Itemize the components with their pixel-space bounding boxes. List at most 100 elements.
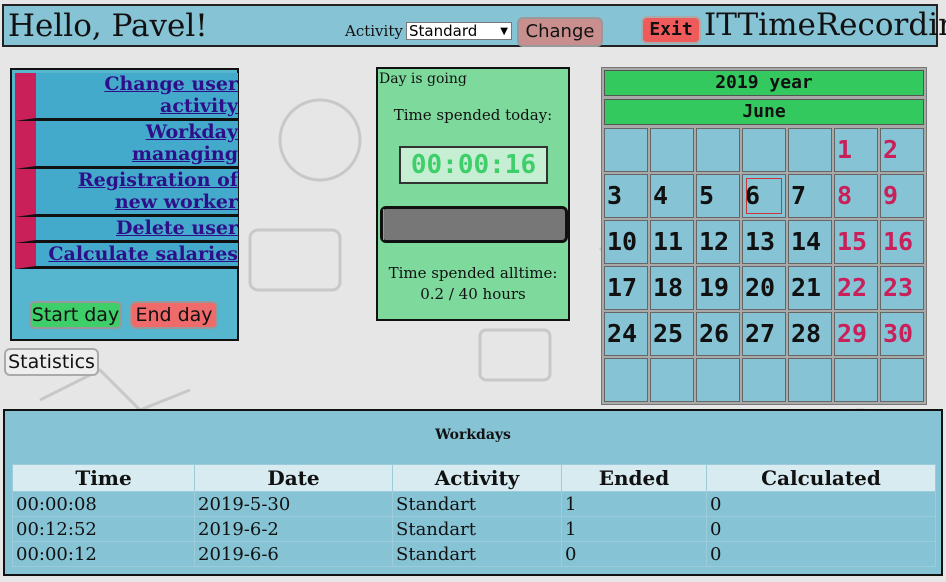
calendar-day-30[interactable]: 30 <box>880 312 924 356</box>
calendar-day-4[interactable]: 4 <box>650 174 694 218</box>
menu-link-line[interactable]: Calculate salaries <box>48 243 238 265</box>
menu-item-workday-managing[interactable]: Workday managing <box>15 121 238 169</box>
calendar-empty-cell <box>604 358 648 402</box>
header-bar: Hello, Pavel! Activity Standard ▼ Change… <box>2 4 946 47</box>
workdays-title: Workdays <box>435 427 511 443</box>
menu-link-line[interactable]: new worker <box>115 191 238 213</box>
calendar-empty-cell <box>788 128 832 172</box>
change-activity-button[interactable]: Change <box>517 17 603 47</box>
calendar-empty-cell <box>834 358 878 402</box>
calendar-day-2[interactable]: 2 <box>880 128 924 172</box>
menu-link-line[interactable]: Registration of <box>78 169 238 191</box>
cell-activity: Standart <box>392 491 562 517</box>
table-header-row: Time Date Activity Ended Calculated <box>12 464 936 492</box>
column-header-calculated: Calculated <box>706 464 936 492</box>
cell-time: 00:12:52 <box>12 516 195 542</box>
menu-item-calculate-salaries[interactable]: Calculate salaries <box>15 243 238 269</box>
cell-time: 00:00:12 <box>12 541 195 567</box>
day-panel: Day is going Time spended today: 00:00:1… <box>376 67 570 321</box>
cell-date: 2019-6-6 <box>194 541 393 567</box>
calendar-day-7[interactable]: 7 <box>788 174 832 218</box>
alltime-label: Time spended alltime: 0.2 / 40 hours <box>378 263 568 305</box>
cell-ended: 1 <box>561 491 707 517</box>
chevron-down-icon: ▼ <box>500 26 508 37</box>
calendar-day-10[interactable]: 10 <box>604 220 648 264</box>
statistics-button[interactable]: Statistics <box>4 348 99 376</box>
calendar-empty-cell <box>650 128 694 172</box>
cell-calculated: 0 <box>706 491 936 517</box>
calendar-day-28[interactable]: 28 <box>788 312 832 356</box>
calendar-day-20[interactable]: 20 <box>742 266 786 310</box>
cell-date: 2019-5-30 <box>194 491 393 517</box>
today-timer: 00:00:16 <box>399 146 548 184</box>
calendar-day-21[interactable]: 21 <box>788 266 832 310</box>
cell-date: 2019-6-2 <box>194 516 393 542</box>
menu-link-line[interactable]: activity <box>160 95 238 117</box>
calendar-day-9[interactable]: 9 <box>880 174 924 218</box>
alltime-value: 0.2 / 40 hours <box>420 285 526 303</box>
calendar-day-17[interactable]: 17 <box>604 266 648 310</box>
table-row[interactable]: 00:00:08 2019-5-30 Standart 1 0 <box>12 491 936 517</box>
calendar-empty-cell <box>604 128 648 172</box>
activity-selected-value: Standard <box>409 22 478 40</box>
calendar: 2019 year June 1 2 3 4 5 6 7 8 9 10 11 12 13 14 15 16 17… <box>601 67 927 405</box>
cell-time: 00:00:08 <box>12 491 195 517</box>
today-time-label: Time spended today: <box>393 106 553 124</box>
activity-label: Activity <box>345 22 403 40</box>
menu-link-line[interactable]: managing <box>132 143 238 165</box>
end-day-button[interactable]: End day <box>130 301 218 329</box>
calendar-day-24[interactable]: 24 <box>604 312 648 356</box>
workdays-table: Time Date Activity Ended Calculated 00:0… <box>12 464 936 567</box>
calendar-empty-cell <box>880 358 924 402</box>
calendar-empty-cell <box>742 358 786 402</box>
calendar-day-13[interactable]: 13 <box>742 220 786 264</box>
cell-activity: Standart <box>392 541 562 567</box>
column-header-ended: Ended <box>561 464 707 492</box>
activity-select[interactable]: Standard ▼ <box>406 22 512 40</box>
app-title: ITTimeRecording <box>704 7 946 43</box>
cell-calculated: 0 <box>706 516 936 542</box>
workdays-panel: Workdays Time Date Activity Ended Calcul… <box>3 409 943 576</box>
calendar-day-19[interactable]: 19 <box>696 266 740 310</box>
calendar-day-6[interactable]: 6 <box>742 174 786 218</box>
calendar-day-22[interactable]: 22 <box>834 266 878 310</box>
column-header-date: Date <box>194 464 393 492</box>
calendar-day-26[interactable]: 26 <box>696 312 740 356</box>
calendar-day-12[interactable]: 12 <box>696 220 740 264</box>
calendar-day-5[interactable]: 5 <box>696 174 740 218</box>
menu-link-line[interactable]: Workday <box>146 121 238 143</box>
calendar-empty-cell <box>696 358 740 402</box>
calendar-month: June <box>604 99 924 125</box>
menu-link-line[interactable]: Change user <box>104 73 238 95</box>
calendar-day-11[interactable]: 11 <box>650 220 694 264</box>
calendar-day-15[interactable]: 15 <box>834 220 878 264</box>
calendar-day-18[interactable]: 18 <box>650 266 694 310</box>
menu-item-delete-user[interactable]: Delete user <box>15 217 238 243</box>
calendar-day-1[interactable]: 1 <box>834 128 878 172</box>
calendar-day-8[interactable]: 8 <box>834 174 878 218</box>
alltime-label-text: Time spended alltime: <box>388 264 558 282</box>
day-status: Day is going <box>379 71 467 87</box>
calendar-year: 2019 year <box>604 70 924 96</box>
table-row[interactable]: 00:00:12 2019-6-6 Standart 0 0 <box>12 541 936 567</box>
calendar-day-16[interactable]: 16 <box>880 220 924 264</box>
exit-button[interactable]: Exit <box>641 16 701 44</box>
menu-item-registration[interactable]: Registration of new worker <box>15 169 238 217</box>
calendar-empty-cell <box>650 358 694 402</box>
cell-calculated: 0 <box>706 541 936 567</box>
calendar-day-23[interactable]: 23 <box>880 266 924 310</box>
calendar-day-14[interactable]: 14 <box>788 220 832 264</box>
calendar-day-25[interactable]: 25 <box>650 312 694 356</box>
menu-link-line[interactable]: Delete user <box>116 217 238 239</box>
table-row[interactable]: 00:12:52 2019-6-2 Standart 1 0 <box>12 516 936 542</box>
calendar-empty-cell <box>696 128 740 172</box>
hours-progress-bar <box>380 206 568 243</box>
calendar-day-27[interactable]: 27 <box>742 312 786 356</box>
start-day-button[interactable]: Start day <box>29 301 122 329</box>
calendar-day-29[interactable]: 29 <box>834 312 878 356</box>
calendar-empty-cell <box>788 358 832 402</box>
calendar-day-3[interactable]: 3 <box>604 174 648 218</box>
menu-item-change-user-activity[interactable]: Change user activity <box>15 73 238 121</box>
cell-activity: Standart <box>392 516 562 542</box>
cell-ended: 0 <box>561 541 707 567</box>
